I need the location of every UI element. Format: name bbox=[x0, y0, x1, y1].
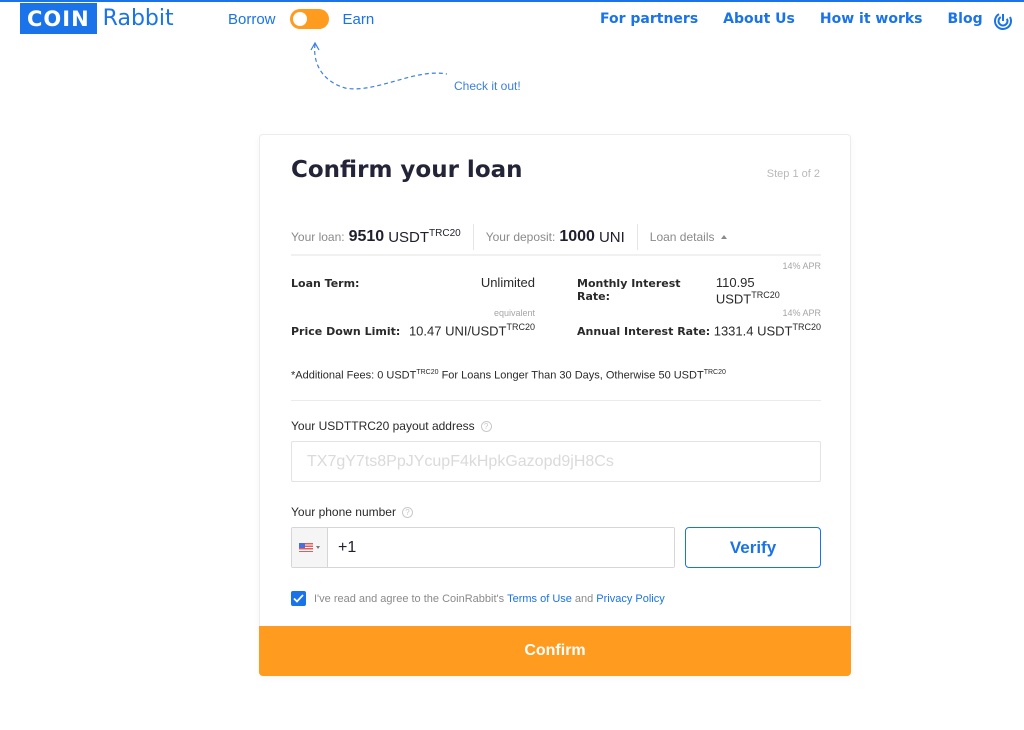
terms-agreement: I've read and agree to the CoinRabbit's … bbox=[291, 591, 668, 606]
loan-summary: Your loan: 9510 USDTTRC20 Your deposit: … bbox=[291, 220, 821, 256]
confirm-button[interactable]: Confirm bbox=[259, 626, 851, 676]
phone-number-input[interactable] bbox=[328, 528, 674, 567]
monthly-interest-row: Monthly Interest Rate: 14% APR 110.95 US… bbox=[577, 261, 821, 307]
price-down-value: equivalent 10.47 UNI/USDTTRC20 bbox=[408, 308, 535, 339]
nav-about-us[interactable]: About Us bbox=[723, 11, 795, 27]
agree-text: I've read and agree to the CoinRabbit's bbox=[314, 592, 505, 605]
loan-term-label: Loan Term: bbox=[291, 277, 360, 290]
caret-up-icon bbox=[720, 235, 727, 239]
annual-interest-label: Annual Interest Rate: bbox=[577, 325, 711, 339]
step-indicator: Step 1 of 2 bbox=[766, 168, 820, 180]
dashed-arrow-icon bbox=[310, 41, 448, 90]
country-code-selector[interactable] bbox=[292, 528, 328, 567]
agree-and-text: and bbox=[574, 592, 594, 605]
page-title: Confirm your loan bbox=[291, 157, 523, 183]
support-radar-icon[interactable] bbox=[992, 10, 1014, 32]
deposit-amount: 1000 bbox=[559, 228, 595, 245]
deposit-label: Your deposit: bbox=[485, 230, 556, 244]
payout-address-label: Your USDTTRC20 payout address? bbox=[291, 419, 492, 433]
toggle-knob bbox=[292, 12, 307, 26]
logo-rabbit-text: Rabbit bbox=[102, 6, 174, 31]
price-down-note: equivalent bbox=[493, 308, 535, 318]
monthly-apr-note: 14% APR bbox=[782, 261, 821, 271]
logo[interactable]: COIN Rabbit bbox=[20, 3, 174, 34]
help-icon[interactable]: ? bbox=[401, 506, 413, 518]
verify-button[interactable]: Verify bbox=[685, 527, 821, 568]
monthly-interest-label: Monthly Interest Rate: bbox=[577, 277, 681, 303]
nav-for-partners[interactable]: For partners bbox=[600, 11, 698, 27]
phone-number-label: Your phone number? bbox=[291, 505, 413, 519]
nav-how-it-works[interactable]: How it works bbox=[820, 11, 923, 27]
loan-label: Your loan: bbox=[291, 230, 345, 244]
monthly-interest-value: 14% APR 110.95 USDTTRC20 bbox=[715, 261, 821, 307]
mode-earn-label[interactable]: Earn bbox=[343, 11, 375, 28]
price-down-label: Price Down Limit: bbox=[291, 325, 401, 339]
main-nav: For partners About Us How it works Blog bbox=[600, 11, 1008, 27]
agree-checkbox[interactable] bbox=[291, 591, 306, 606]
price-down-row: Price Down Limit: equivalent 10.47 UNI/U… bbox=[291, 308, 535, 339]
privacy-policy-link[interactable]: Privacy Policy bbox=[596, 593, 664, 605]
confirm-loan-card: Confirm your loan Step 1 of 2 Your loan:… bbox=[259, 134, 851, 676]
nav-blog[interactable]: Blog bbox=[948, 11, 983, 27]
mode-switch: Borrow Earn bbox=[228, 9, 374, 29]
logo-coin-text: COIN bbox=[20, 3, 97, 34]
chevron-down-icon bbox=[316, 546, 320, 549]
loan-details-label: Loan details bbox=[650, 230, 727, 244]
borrow-earn-toggle[interactable] bbox=[289, 9, 329, 29]
loan-currency: USDTTRC20 bbox=[388, 228, 461, 246]
annual-interest-value: 14% APR 1331.4 USDTTRC20 bbox=[713, 308, 821, 339]
loan-term-value: Unlimited bbox=[480, 275, 535, 290]
annual-interest-row: Annual Interest Rate: 14% APR 1331.4 USD… bbox=[577, 308, 821, 339]
phone-field bbox=[291, 527, 675, 568]
payout-address-input[interactable] bbox=[291, 441, 821, 482]
loan-amount: 9510 bbox=[348, 228, 385, 245]
top-accent-line bbox=[0, 0, 1024, 2]
help-icon[interactable]: ? bbox=[480, 420, 492, 432]
annual-apr-note: 14% APR bbox=[782, 308, 821, 318]
deposit-summary-item: Your deposit: 1000 UNI bbox=[486, 224, 638, 250]
loan-term-row: Loan Term: Unlimited bbox=[291, 275, 535, 290]
check-it-out-hint: Check it out! bbox=[454, 79, 521, 93]
deposit-currency: UNI bbox=[598, 228, 625, 246]
divider bbox=[291, 400, 821, 401]
mode-borrow-label[interactable]: Borrow bbox=[228, 11, 276, 28]
us-flag-icon bbox=[299, 543, 313, 552]
additional-fees-note: *Additional Fees: 0 USDTTRC20 For Loans … bbox=[291, 369, 726, 382]
checkmark-icon bbox=[293, 594, 304, 603]
loan-summary-item: Your loan: 9510 USDTTRC20 bbox=[291, 224, 474, 250]
terms-of-use-link[interactable]: Terms of Use bbox=[507, 593, 572, 605]
loan-details-toggle[interactable]: Loan details bbox=[650, 224, 739, 250]
